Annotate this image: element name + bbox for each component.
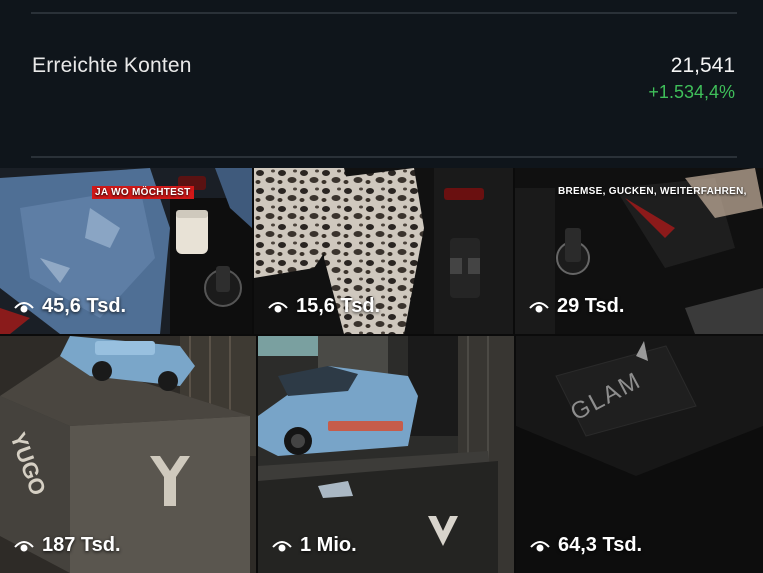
thumbnail-caption: BREMSE, GUCKEN, WEITERFAHREN, bbox=[558, 186, 747, 197]
reel-thumbnail[interactable]: 1 Mio. bbox=[258, 336, 514, 573]
eye-icon bbox=[530, 540, 550, 551]
reached-accounts-value: 21,541 bbox=[670, 54, 735, 77]
reel-thumbnail[interactable]: 15,6 Tsd. bbox=[254, 168, 513, 334]
view-count: 1 Mio. bbox=[272, 534, 357, 557]
reached-accounts-label: Erreichte Konten bbox=[32, 54, 192, 77]
view-count-text: 45,6 Tsd. bbox=[42, 295, 127, 317]
eye-icon bbox=[14, 540, 34, 551]
view-count: 45,6 Tsd. bbox=[14, 295, 126, 318]
divider bbox=[31, 156, 737, 158]
reel-thumbnail[interactable]: GLAM 64,3 Tsd. bbox=[516, 336, 763, 573]
view-count-text: 64,3 Tsd. bbox=[558, 534, 643, 556]
reel-thumbnail[interactable]: JA WO MÖCHTEST 45,6 Tsd. bbox=[0, 168, 252, 334]
insights-panel: Erreichte Konten 21,541 +1.534,4% bbox=[0, 0, 763, 168]
view-count-text: 187 Tsd. bbox=[42, 534, 121, 556]
view-count-text: 1 Mio. bbox=[300, 534, 357, 556]
eye-icon bbox=[268, 301, 288, 312]
view-count: 29 Tsd. bbox=[529, 295, 624, 318]
view-count-text: 29 Tsd. bbox=[557, 295, 625, 317]
thumbnail-caption: JA WO MÖCHTEST bbox=[92, 186, 194, 199]
reel-thumbnail[interactable]: BREMSE, GUCKEN, WEITERFAHREN, 29 Tsd. bbox=[515, 168, 763, 334]
divider bbox=[31, 12, 737, 14]
eye-icon bbox=[529, 301, 549, 312]
view-count: 187 Tsd. bbox=[14, 534, 121, 557]
view-count: 64,3 Tsd. bbox=[530, 534, 642, 557]
reel-thumbnail[interactable]: YUGO 187 Tsd. bbox=[0, 336, 256, 573]
reels-grid: JA WO MÖCHTEST 45,6 Tsd. 15,6 Tsd. BREMS… bbox=[0, 168, 763, 573]
eye-icon bbox=[272, 540, 292, 551]
view-count: 15,6 Tsd. bbox=[268, 295, 380, 318]
eye-icon bbox=[14, 301, 34, 312]
reached-accounts-change: +1.534,4% bbox=[648, 82, 735, 102]
view-count-text: 15,6 Tsd. bbox=[296, 295, 381, 317]
